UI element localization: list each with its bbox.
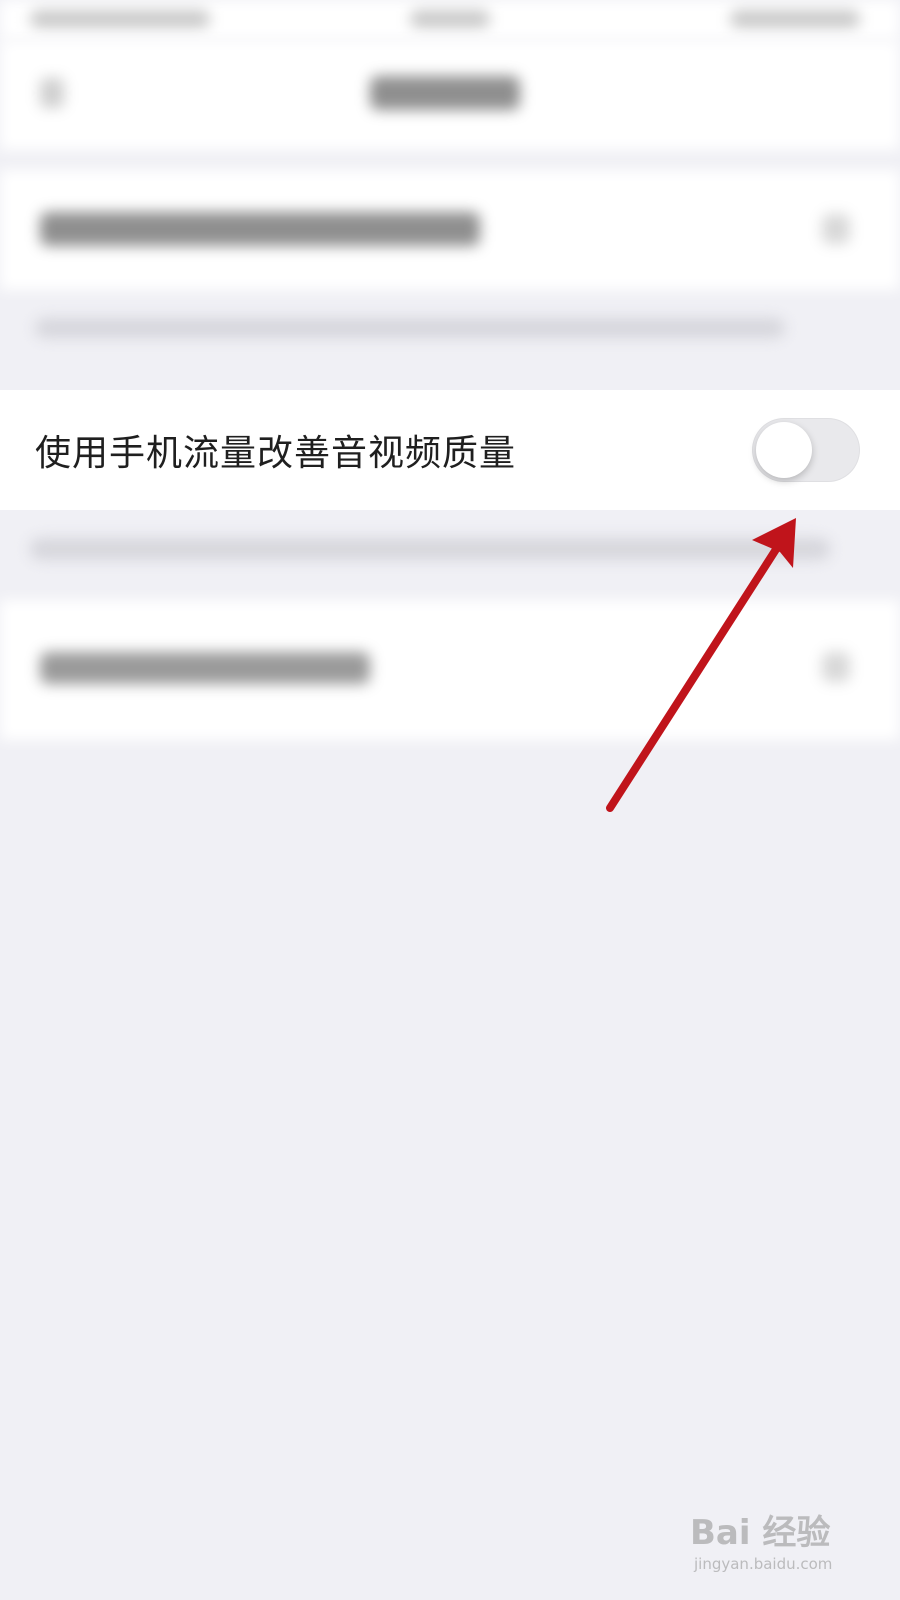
description-line-blurred: [30, 538, 830, 560]
status-time-blurred: [30, 10, 210, 28]
watermark: Bai 经验 jingyan.baidu.com: [690, 1505, 880, 1580]
annotation-arrow-shaft: [606, 536, 786, 812]
mobile-data-av-quality-row: 使用手机流量改善音视频质量: [0, 390, 900, 510]
setting-label: 使用手机流量改善音视频质量: [35, 433, 517, 474]
annotation-arrow: [606, 518, 796, 812]
annotation-arrow-head: [752, 518, 796, 568]
mobile-data-av-quality-toggle[interactable]: [752, 418, 860, 482]
toggle-description-blurred: [0, 520, 900, 580]
back-icon[interactable]: [40, 78, 64, 108]
nav-bar: [0, 40, 900, 150]
page-title-blurred: [370, 76, 520, 110]
row-title-blurred: [40, 652, 370, 684]
toggle-thumb: [756, 422, 812, 478]
watermark-url: jingyan.baidu.com: [694, 1555, 833, 1573]
toggle-blurred: [822, 652, 850, 682]
toggle-blurred: [822, 214, 850, 244]
description-line-blurred: [35, 318, 785, 338]
row-title-blurred: [40, 212, 480, 246]
status-center-blurred: [410, 10, 490, 28]
settings-row-blurred-top: [0, 170, 900, 290]
status-icons-blurred: [730, 10, 860, 28]
status-bar: [0, 0, 900, 40]
row-description-blurred: [0, 300, 900, 360]
settings-row-blurred-bottom: [0, 600, 900, 740]
watermark-brand: Bai 经验: [690, 1513, 831, 1553]
